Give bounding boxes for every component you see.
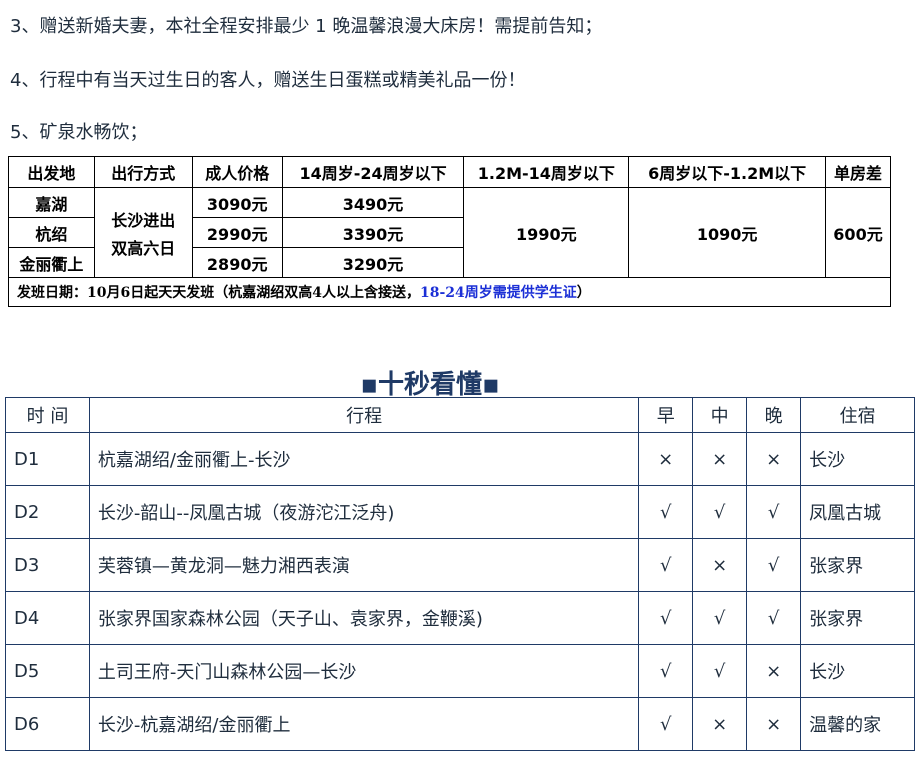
breakfast-mark: √	[638, 591, 694, 645]
route-cell: 长沙-杭嘉湖绍/金丽衢上	[88, 697, 640, 751]
stay-cell: 长沙	[800, 644, 915, 698]
departure-text: 发班日期：10月6日起天天发班（杭嘉湖绍双高4人以上含接送，	[17, 285, 420, 301]
origin-cell: 金丽衢上	[8, 247, 95, 278]
route-cell: 芙蓉镇—黄龙洞—魅力湘西表演	[88, 538, 640, 592]
price-table: 出发地 出行方式 成人价格 14周岁-24周岁以下 1.2M-14周岁以下 6周…	[8, 156, 891, 307]
breakfast-mark: √	[638, 538, 694, 592]
header-breakfast: 早	[638, 397, 694, 433]
header-dinner: 晚	[746, 397, 802, 433]
youth-price: 3290元	[281, 247, 465, 278]
stay-cell: 凤凰古城	[800, 485, 915, 539]
header-single: 单房差	[825, 156, 891, 188]
departure-end: ）	[576, 285, 591, 301]
mode-line: 双高六日	[111, 238, 176, 258]
mode-cell: 长沙进出 双高六日	[93, 187, 193, 278]
day-cell: D2	[5, 485, 90, 539]
table-row: D5 土司王府-天门山森林公园—长沙 √ √ × 长沙	[5, 644, 915, 698]
table-row: D4 张家界国家森林公园（天子山、袁家界，金鞭溪) √ √ √ 张家界	[5, 591, 915, 645]
departure-row: 发班日期：10月6日起天天发班（杭嘉湖绍双高4人以上含接送，18-24周岁需提供…	[8, 277, 891, 307]
day-cell: D1	[5, 432, 90, 486]
dinner-mark: ×	[746, 644, 802, 698]
lunch-mark: √	[692, 485, 748, 539]
stay-cell: 张家界	[800, 538, 915, 592]
breakfast-mark: √	[638, 697, 694, 751]
header-time: 时 间	[5, 397, 90, 433]
note-birthday: 4、行程中有当天过生日的客人，赠送生日蛋糕或精美礼品一份！	[10, 70, 526, 91]
price-header-row: 出发地 出行方式 成人价格 14周岁-24周岁以下 1.2M-14周岁以下 6周…	[8, 156, 891, 188]
day-cell: D4	[5, 591, 90, 645]
header-child: 1.2M-14周岁以下	[463, 156, 630, 188]
note-newlywed: 3、赠送新婚夫妻，本社全程安排最少 1 晚温馨浪漫大床房！需提前告知；	[10, 16, 603, 37]
table-row: D6 长沙-杭嘉湖绍/金丽衢上 √ × × 温馨的家	[5, 697, 915, 751]
single-supplement: 600元	[825, 187, 891, 278]
day-cell: D6	[5, 697, 90, 751]
dinner-mark: ×	[746, 697, 802, 751]
adult-price: 2990元	[191, 217, 283, 248]
youth-price: 3490元	[281, 187, 465, 218]
youth-price: 3390元	[281, 217, 465, 248]
lunch-mark: √	[692, 591, 748, 645]
table-row: D2 长沙-韶山--凤凰古城（夜游沱江泛舟) √ √ √ 凤凰古城	[5, 485, 915, 539]
origin-cell: 嘉湖	[8, 187, 95, 218]
lunch-mark: √	[692, 644, 748, 698]
stay-cell: 张家界	[800, 591, 915, 645]
dinner-mark: ×	[746, 432, 802, 486]
itinerary-header-row: 时 间 行程 早 中 晚 住宿	[5, 397, 915, 433]
adult-price: 3090元	[191, 187, 283, 218]
table-row: D3 芙蓉镇—黄龙洞—魅力湘西表演 √ × √ 张家界	[5, 538, 915, 592]
header-adult: 成人价格	[191, 156, 283, 188]
infant-price: 1090元	[628, 187, 827, 278]
stay-cell: 温馨的家	[800, 697, 915, 751]
header-stay: 住宿	[800, 397, 915, 433]
dinner-mark: √	[746, 485, 802, 539]
header-origin: 出发地	[8, 156, 95, 188]
stay-cell: 长沙	[800, 432, 915, 486]
route-cell: 长沙-韶山--凤凰古城（夜游沱江泛舟)	[88, 485, 640, 539]
table-row: 嘉湖 长沙进出 双高六日 3090元 3490元 1990元 1090元 600…	[8, 187, 891, 278]
header-route: 行程	[88, 397, 640, 433]
lunch-mark: ×	[692, 538, 748, 592]
header-youth: 14周岁-24周岁以下	[281, 156, 465, 188]
mode-line: 长沙进出	[111, 210, 176, 230]
day-cell: D5	[5, 644, 90, 698]
origin-cell: 杭绍	[8, 217, 95, 248]
student-id-note: 18-24周岁需提供学生证	[419, 285, 577, 301]
breakfast-mark: √	[638, 644, 694, 698]
note-water: 5、矿泉水畅饮；	[10, 122, 148, 143]
header-mode: 出行方式	[93, 156, 193, 188]
header-lunch: 中	[692, 397, 748, 433]
breakfast-mark: ×	[638, 432, 694, 486]
breakfast-mark: √	[638, 485, 694, 539]
departure-info: 发班日期：10月6日起天天发班（杭嘉湖绍双高4人以上含接送，18-24周岁需提供…	[8, 277, 891, 307]
dinner-mark: √	[746, 538, 802, 592]
route-cell: 土司王府-天门山森林公园—长沙	[88, 644, 640, 698]
header-infant: 6周岁以下-1.2M以下	[628, 156, 827, 188]
day-cell: D3	[5, 538, 90, 592]
section-title: ▪十秒看懂▪	[360, 370, 500, 400]
adult-price: 2890元	[191, 247, 283, 278]
table-row: D1 杭嘉湖绍/金丽衢上-长沙 × × × 长沙	[5, 432, 915, 486]
lunch-mark: ×	[692, 432, 748, 486]
child-price: 1990元	[463, 187, 630, 278]
route-cell: 张家界国家森林公园（天子山、袁家界，金鞭溪)	[88, 591, 640, 645]
lunch-mark: ×	[692, 697, 748, 751]
dinner-mark: √	[746, 591, 802, 645]
itinerary-table: 时 间 行程 早 中 晚 住宿 D1 杭嘉湖绍/金丽衢上-长沙 × × × 长沙…	[5, 397, 915, 751]
route-cell: 杭嘉湖绍/金丽衢上-长沙	[88, 432, 640, 486]
